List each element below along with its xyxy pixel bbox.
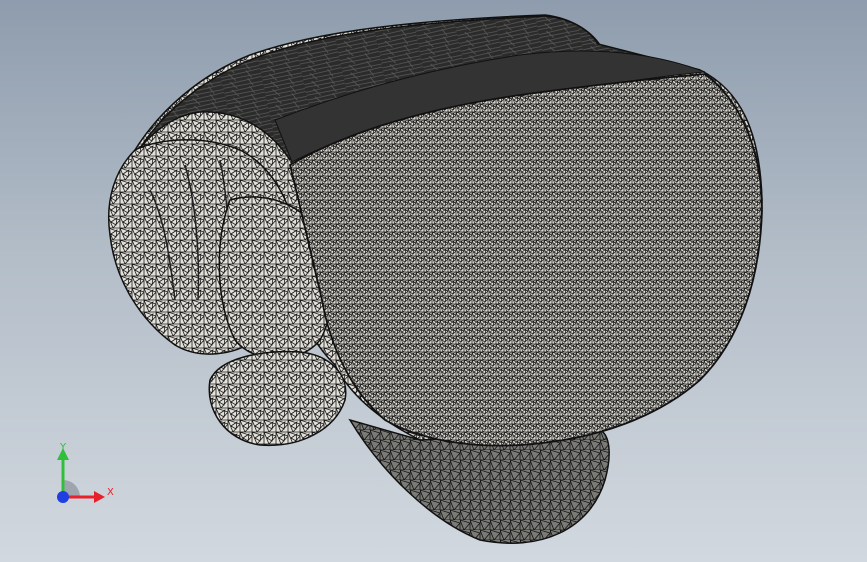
x-axis-arrow bbox=[94, 491, 105, 503]
y-axis-label: Y bbox=[59, 442, 67, 453]
z-axis-dot bbox=[57, 491, 69, 503]
bottom-lobe bbox=[208, 350, 347, 447]
mesh-model[interactable] bbox=[0, 0, 867, 562]
coordinate-triad: Y X bbox=[57, 442, 114, 503]
x-axis-label: X bbox=[107, 487, 114, 498]
graphics-viewport[interactable]: Y X bbox=[0, 0, 867, 562]
